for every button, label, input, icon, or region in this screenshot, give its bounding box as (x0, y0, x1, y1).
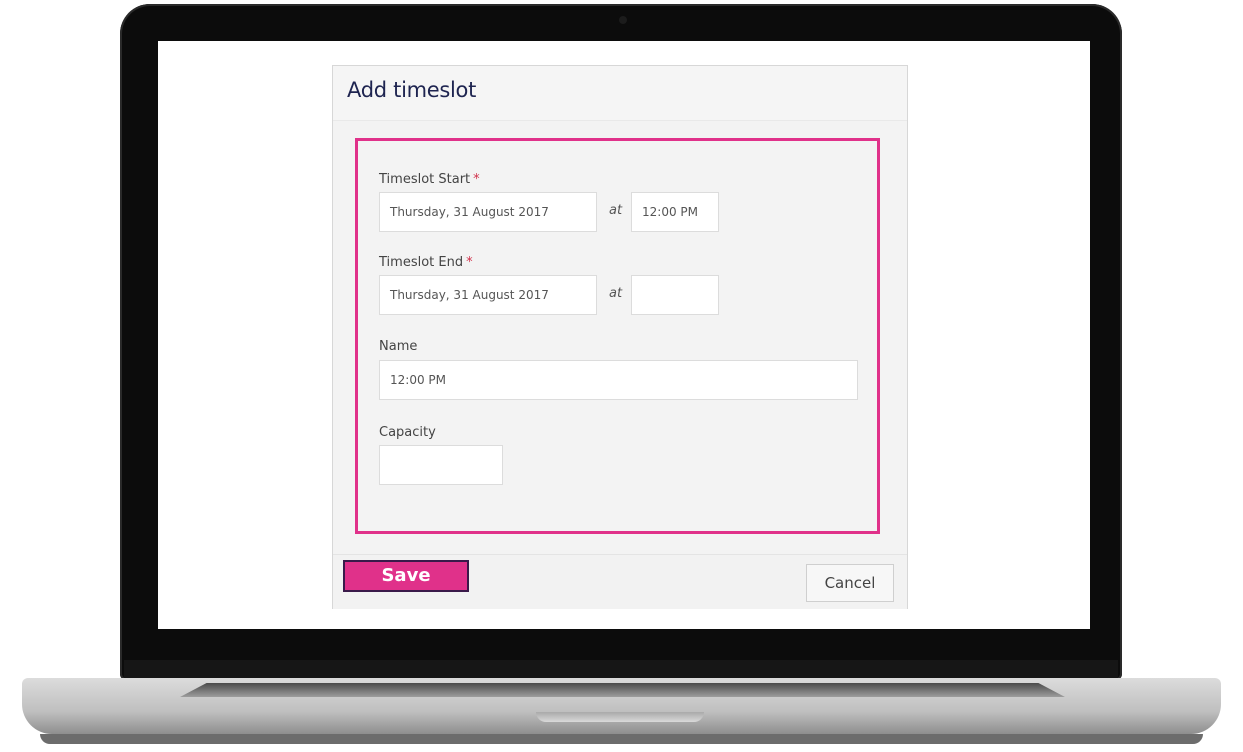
timeslot-end-time-input[interactable] (631, 275, 719, 315)
name-label: Name (379, 339, 418, 354)
capacity-input[interactable] (379, 445, 503, 485)
webcam (619, 16, 627, 24)
capacity-label: Capacity (379, 425, 436, 440)
timeslot-start-at-label: at (609, 203, 623, 218)
required-marker: * (473, 172, 480, 187)
add-timeslot-dialog: Add timeslot Timeslot Start * Thursday, 3… (332, 65, 908, 609)
required-marker: * (466, 255, 473, 270)
timeslot-end-label: Timeslot End * (379, 255, 473, 270)
laptop-base-bottom (40, 734, 1203, 744)
timeslot-start-date-input[interactable]: Thursday, 31 August 2017 (379, 192, 597, 232)
timeslot-start-time-input[interactable]: 12:00 PM (631, 192, 719, 232)
laptop-screen: Add timeslot Timeslot Start * Thursday, 3… (158, 41, 1090, 629)
dialog-header: Add timeslot (333, 66, 907, 121)
laptop-notch (536, 712, 704, 722)
timeslot-end-at-label: at (609, 286, 623, 301)
dialog-footer: Save Cancel (333, 554, 907, 609)
cancel-button[interactable]: Cancel (806, 564, 894, 602)
timeslot-start-label: Timeslot Start * (379, 172, 480, 187)
name-input[interactable]: 12:00 PM (379, 360, 858, 400)
dialog-title: Add timeslot (347, 78, 477, 102)
laptop-keyboard (180, 683, 1065, 697)
timeslot-end-date-input[interactable]: Thursday, 31 August 2017 (379, 275, 597, 315)
save-button[interactable]: Save (343, 560, 469, 592)
